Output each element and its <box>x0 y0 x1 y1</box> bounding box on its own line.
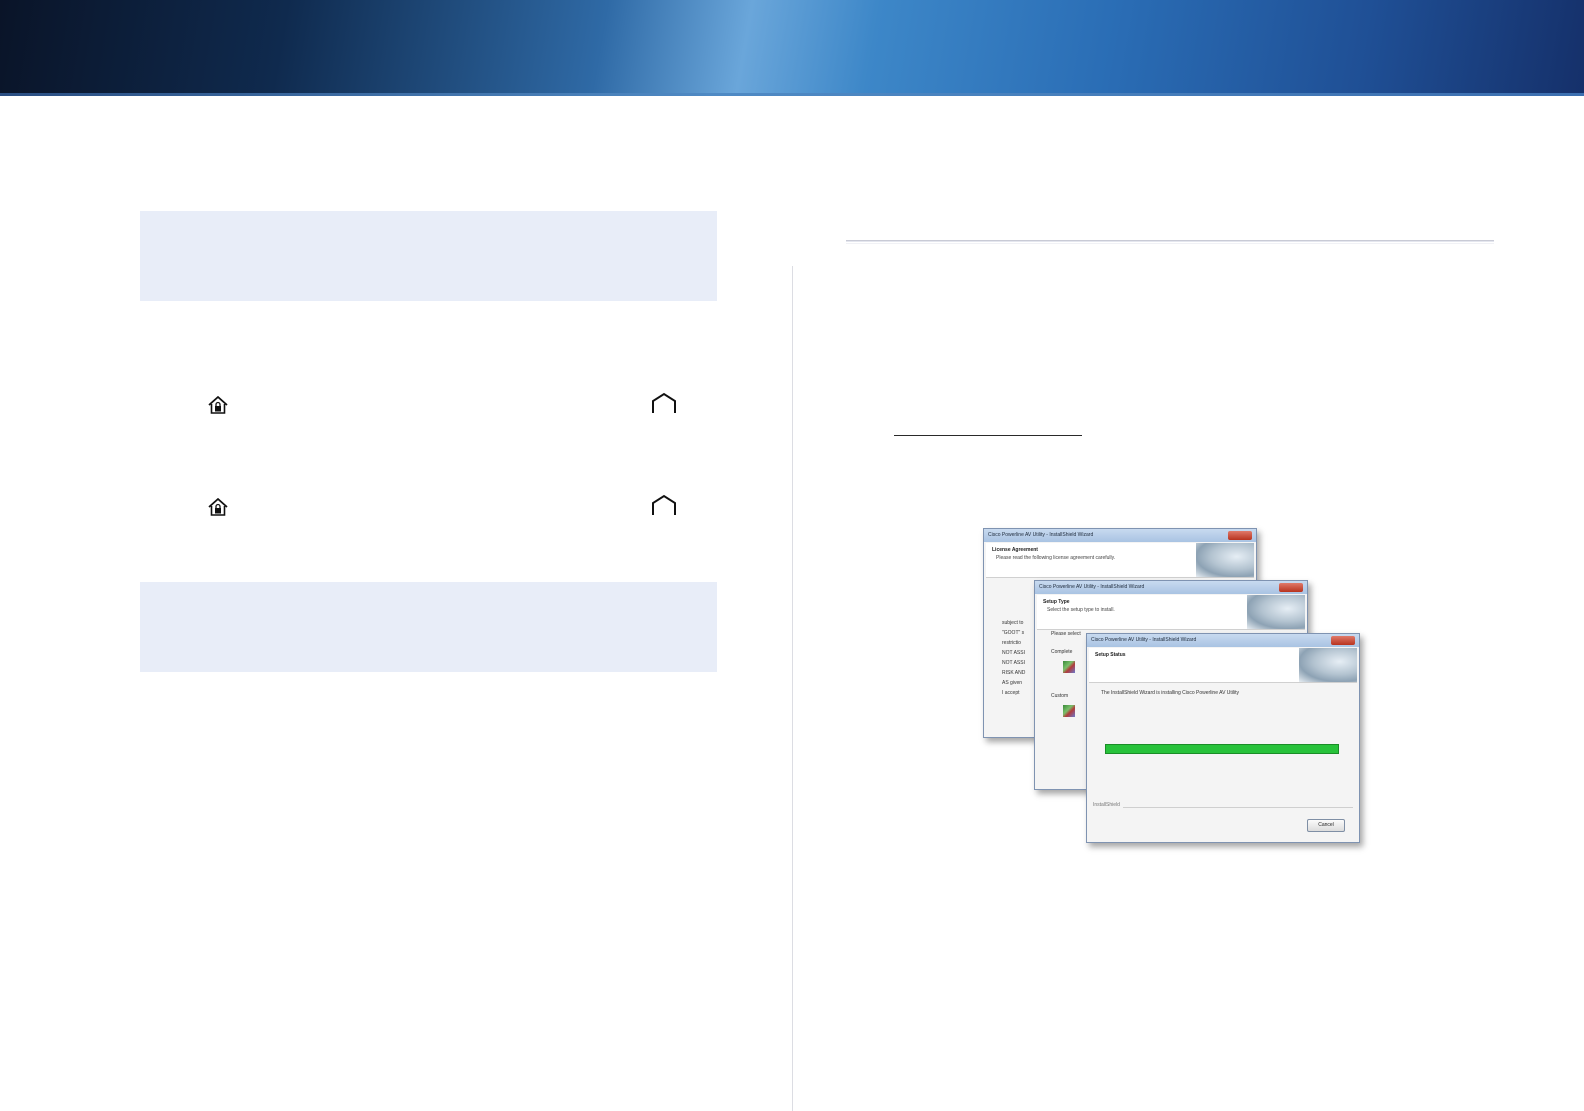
complete-option[interactable]: Complete <box>1051 649 1072 655</box>
install-progress-bar <box>1105 744 1339 754</box>
lock-house-icon <box>208 396 228 414</box>
dialog-subheading: Select the setup type to install. <box>1047 607 1115 613</box>
dialog-titlebar: Cisco Powerline AV Utility - InstallShie… <box>1035 581 1307 594</box>
license-line: NOT ASSI <box>1002 660 1025 666</box>
dialog-subheading: Please read the following license agreem… <box>996 555 1116 561</box>
house-outline-icon <box>652 494 676 515</box>
banner-edge <box>0 93 1584 96</box>
close-icon[interactable] <box>1228 531 1252 540</box>
license-line: RISK AND <box>1002 670 1026 676</box>
custom-option[interactable]: Custom <box>1051 693 1068 699</box>
wizard-graphic <box>1247 595 1305 629</box>
license-line: AS given <box>1002 680 1023 686</box>
accept-radio-label[interactable]: I accept <box>1002 690 1020 696</box>
dialog-titlebar: Cisco Powerline AV Utility - InstallShie… <box>1087 634 1359 647</box>
dialog-heading: License Agreement <box>992 547 1038 553</box>
close-icon[interactable] <box>1331 636 1355 645</box>
cancel-button[interactable]: Cancel <box>1307 819 1345 832</box>
install-status-text: The InstallShield Wizard is installing C… <box>1101 690 1240 696</box>
dialog-heading: Setup Type <box>1043 599 1070 605</box>
dialog-heading: Setup Status <box>1095 652 1126 658</box>
installshield-label: InstallShield <box>1093 802 1123 808</box>
header-banner <box>0 0 1584 96</box>
close-icon[interactable] <box>1279 583 1303 592</box>
section-rule <box>846 240 1494 241</box>
license-line: subject to <box>1002 620 1024 626</box>
wizard-graphic <box>1299 648 1357 682</box>
custom-setup-icon <box>1063 705 1075 717</box>
house-outline-icon <box>652 392 676 413</box>
link-underline[interactable] <box>894 435 1082 436</box>
column-divider <box>792 266 793 1111</box>
license-line: NOT ASSI <box>1002 650 1025 656</box>
complete-setup-icon <box>1063 661 1075 673</box>
note-box-top <box>140 211 717 301</box>
footer-divider <box>1093 807 1353 808</box>
wizard-dialog-setup-status: Cisco Powerline AV Utility - InstallShie… <box>1086 633 1360 843</box>
license-line: "GOOT" s <box>1002 630 1025 636</box>
setup-prompt: Please select <box>1051 631 1081 637</box>
wizard-graphic <box>1196 543 1254 577</box>
note-box-bottom <box>140 582 717 672</box>
dialog-titlebar: Cisco Powerline AV Utility - InstallShie… <box>984 529 1256 542</box>
license-line: restrictio <box>1002 640 1021 646</box>
lock-house-icon <box>208 498 228 516</box>
